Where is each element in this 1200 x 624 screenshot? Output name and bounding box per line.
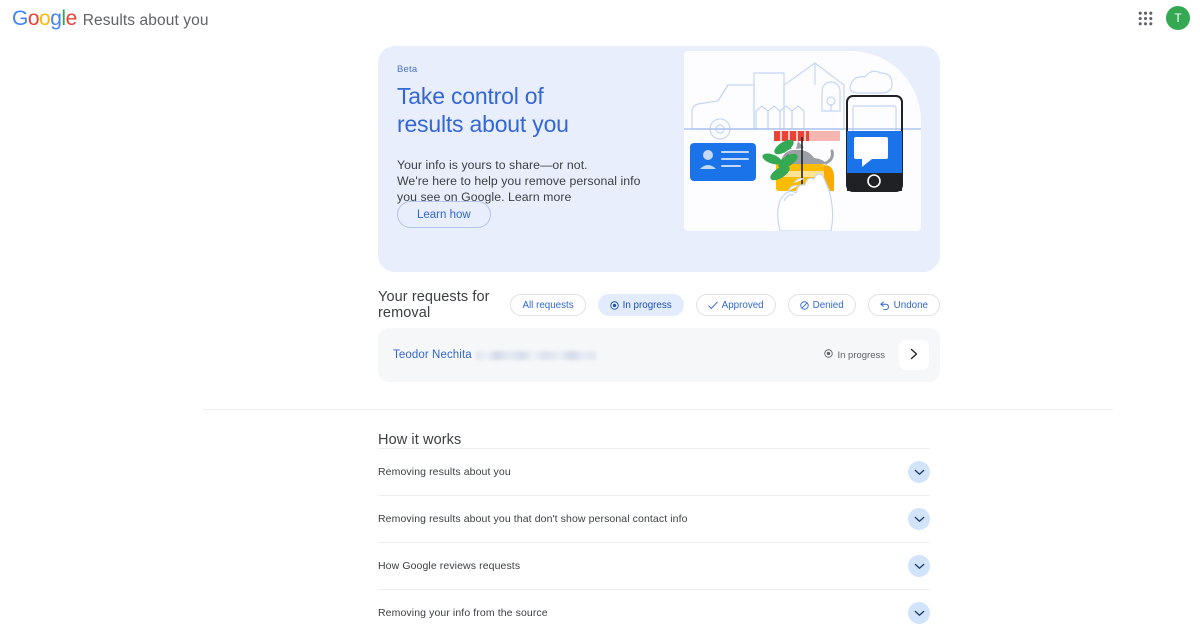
header-actions: T — [1132, 5, 1190, 31]
requests-title: Your requests for removal — [378, 289, 490, 321]
hero-title-line1: Take control of — [397, 83, 544, 109]
denied-icon — [799, 300, 809, 310]
chip-in-progress[interactable]: In progress — [597, 294, 684, 316]
learn-how-button[interactable]: Learn how — [397, 201, 491, 228]
chip-approved-label: Approved — [721, 299, 764, 311]
status-badge: In progress — [824, 349, 885, 361]
requests-header: Your requests for removal All requests I… — [378, 289, 940, 321]
chevron-right-icon — [909, 348, 919, 363]
accordion-label: How Google reviews requests — [378, 560, 521, 572]
main-column: Beta Take control of results about you Y… — [378, 46, 940, 382]
chip-all-requests[interactable]: All requests — [510, 294, 586, 316]
beta-badge: Beta — [397, 64, 418, 75]
apps-grid-icon[interactable] — [1132, 5, 1158, 31]
in-progress-icon — [609, 300, 619, 310]
request-filter-chips: All requests In progress Approved Denied… — [510, 294, 940, 316]
chip-undone-label: Undone — [893, 299, 928, 311]
hero-title-line2: results about you — [397, 111, 569, 138]
in-progress-icon — [824, 349, 834, 361]
chevron-down-icon[interactable] — [908, 555, 930, 577]
chip-undone[interactable]: Undone — [867, 294, 940, 316]
google-logo: Google — [12, 6, 77, 30]
page-body: Beta Take control of results about you Y… — [0, 46, 1200, 624]
how-it-works-section: How it works Removing results about you … — [378, 432, 940, 624]
accordion-item-remove-from-source[interactable]: Removing your info from the source — [378, 589, 930, 624]
hero-title: Take control of results about you — [397, 82, 677, 139]
request-name[interactable]: Teodor Nechita — [393, 349, 472, 361]
privacy-illustration — [684, 51, 921, 231]
chip-in-progress-label: In progress — [622, 299, 672, 311]
accordion-item-removing-results[interactable]: Removing results about you — [378, 448, 930, 495]
hero-text-block: Beta Take control of results about you Y… — [397, 59, 677, 206]
chip-all-requests-label: All requests — [522, 299, 574, 311]
accordion-item-no-contact-info[interactable]: Removing results about you that don't sh… — [378, 495, 930, 542]
undo-icon — [880, 301, 890, 310]
chevron-down-icon[interactable] — [908, 461, 930, 483]
accordion-label: Removing results about you that don't sh… — [378, 513, 688, 525]
request-detail-button[interactable] — [899, 340, 929, 370]
chip-denied[interactable]: Denied — [787, 294, 856, 316]
chip-denied-label: Denied — [812, 299, 844, 311]
chip-approved[interactable]: Approved — [695, 294, 776, 316]
chevron-down-icon[interactable] — [908, 508, 930, 530]
product-name: Results about you — [82, 11, 209, 29]
status-label: In progress — [837, 349, 885, 361]
table-row[interactable]: Teodor Nechita In progress — [378, 328, 940, 382]
hero-description: Your info is yours to share—or not. We'r… — [397, 157, 677, 206]
hero-desc-line1: Your info is yours to share—or not. — [397, 157, 588, 172]
accordion-label: Removing results about you — [378, 466, 511, 478]
hero-desc-line2: We're here to help you remove personal i… — [397, 173, 641, 188]
app-header: Google Results about you T — [0, 0, 1200, 36]
section-divider — [203, 409, 1113, 410]
redacted-detail — [475, 350, 596, 360]
avatar[interactable]: T — [1166, 6, 1190, 30]
brand[interactable]: Google Results about you — [12, 8, 209, 29]
accordion-label: Removing your info from the source — [378, 607, 548, 619]
chevron-down-icon[interactable] — [908, 602, 930, 624]
check-icon — [708, 301, 718, 310]
hero-card: Beta Take control of results about you Y… — [378, 46, 940, 272]
accordion-item-google-reviews[interactable]: How Google reviews requests — [378, 542, 930, 589]
how-it-works-title: How it works — [378, 432, 462, 448]
request-identity: Teodor Nechita — [393, 349, 596, 361]
